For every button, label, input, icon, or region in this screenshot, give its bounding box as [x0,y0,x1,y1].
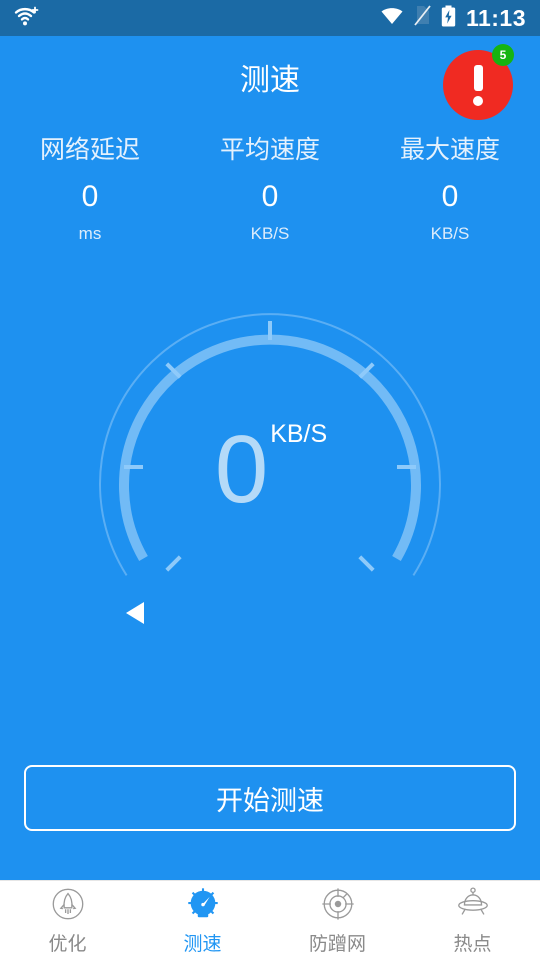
nav-item-anti-leech[interactable]: 防蹭网 [270,881,405,960]
stat-value: 0 [441,180,459,213]
status-bar-clock: 11:13 [465,4,526,31]
nav-item-speed-test[interactable]: 测速 [135,881,270,960]
gauge-outer-ring [99,313,441,576]
alert-button[interactable]: 5 [440,44,520,122]
speed-gauge: 0KB/S [60,272,480,632]
bottom-navigation: 优化 测速 防蹭网 热点 [0,880,540,960]
nav-label: 热点 [453,934,492,955]
nav-label: 防蹭网 [308,934,366,955]
battery-charging-icon [441,5,456,32]
nav-label: 优化 [48,934,87,955]
status-bar-right: 11:13 [380,5,526,32]
gauge-graphic [99,313,441,624]
speedometer-icon [187,888,218,918]
stat-unit: ms [78,224,102,243]
gauge-ticks [124,321,416,572]
stat-value: 0 [261,180,279,213]
nav-item-hotspot[interactable]: 热点 [405,881,540,960]
nav-item-optimize[interactable]: 优化 [0,881,135,960]
stat-unit: KB/S [250,224,290,243]
hotspot-ufo-icon [457,887,488,915]
status-bar: 11:13 [0,0,540,36]
exclamation-dot [473,95,483,106]
no-sim-icon [414,5,431,31]
wifi-icon [380,7,404,30]
rocket-icon [52,888,83,920]
gauge-arc [119,334,421,561]
exclamation-bar [473,64,483,91]
gauge-pointer [126,602,144,624]
stat-label: 平均速度 [219,136,320,164]
alert-badge-count: 5 [492,44,514,66]
stat-average-speed: 平均速度 0 KB/S [180,126,360,246]
stats-row: 网络延迟 0 ms 平均速度 0 KB/S 最大速度 0 KB/S [0,126,540,246]
status-bar-left [14,5,40,32]
stat-value: 0 [81,180,99,213]
stat-label: 最大速度 [399,136,500,164]
speed-test-screen: 11:13 测速 5 网络延迟 0 ms 平均速度 0 KB/S 最大速度 0 … [0,0,540,960]
stat-label: 网络延迟 [39,136,140,164]
start-speed-test-button[interactable]: 开始测速 [24,765,516,831]
radar-target-icon [321,888,354,920]
wifi-plus-icon [14,5,40,32]
stat-unit: KB/S [430,224,470,243]
stat-max-speed: 最大速度 0 KB/S [360,126,540,246]
stat-latency: 网络延迟 0 ms [0,126,180,246]
nav-label: 测速 [183,934,222,955]
app-header: 测速 5 [0,36,540,126]
